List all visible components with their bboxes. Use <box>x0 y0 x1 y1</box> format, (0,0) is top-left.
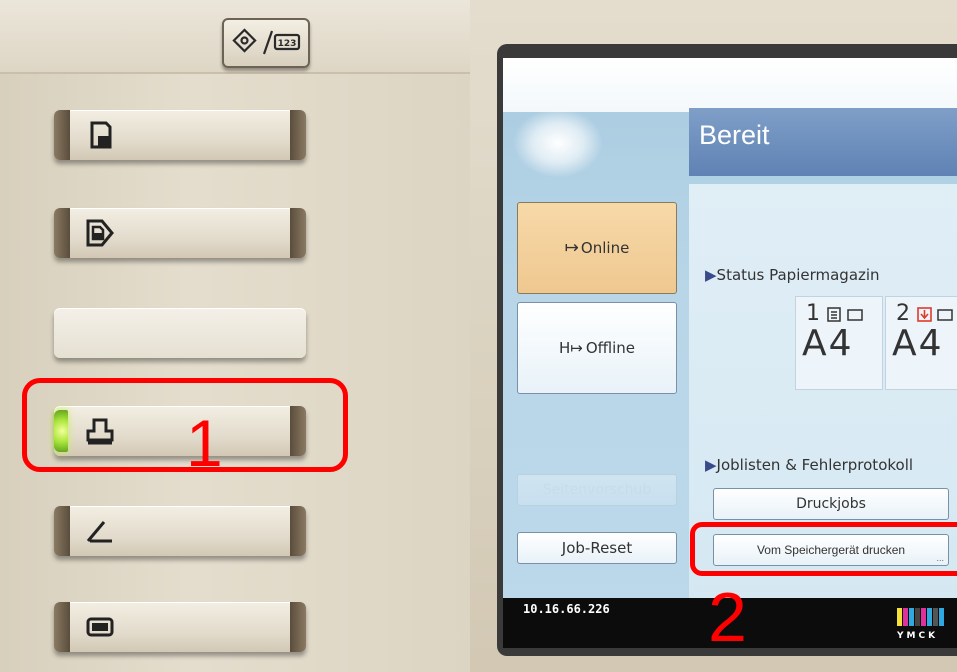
callout-number-2: 2 <box>708 578 747 656</box>
seitenvorschub-label: Seitenvorschub <box>542 482 652 498</box>
job-reset-button[interactable]: Job-Reset <box>517 532 677 564</box>
toner-level-icon: YMCK <box>896 608 944 640</box>
status-title: Bereit <box>699 120 770 150</box>
online-arrow-icon: ↦ <box>564 238 579 258</box>
callout-box-2 <box>690 522 957 576</box>
offline-label: Offline <box>585 339 636 357</box>
tray-paper-low-icon <box>917 307 953 322</box>
joblisten-label: Joblisten & Fehlerprotokoll <box>716 456 914 474</box>
triangle-right-icon: ▶ <box>705 266 717 284</box>
blank-key[interactable] <box>54 308 306 358</box>
druckjobs-button[interactable]: Druckjobs <box>713 488 949 520</box>
tray-2[interactable]: 2 A4 <box>885 296 957 390</box>
status-papiermagazin-label: Status Papiermagazin <box>716 266 880 284</box>
top-key-label: 123 <box>278 39 297 49</box>
callout-box-1 <box>22 378 348 472</box>
offline-button[interactable]: H↦ Offline <box>517 302 677 394</box>
triangle-right-icon: ▶ <box>705 456 717 474</box>
tray-paper-icon <box>827 307 863 322</box>
document-arrow-icon <box>86 219 114 247</box>
job-reset-label: Job-Reset <box>561 539 633 557</box>
druckjobs-label: Druckjobs <box>796 496 866 512</box>
status-papiermagazin-heading: ▶Status Papiermagazin <box>705 266 880 284</box>
scanner-key[interactable] <box>54 506 306 556</box>
document-server-key[interactable] <box>54 208 306 258</box>
seitenvorschub-button[interactable]: Seitenvorschub <box>517 474 677 506</box>
callout-number-1: 1 <box>186 406 223 480</box>
document-icon <box>90 121 112 149</box>
tray-2-size: A4 <box>892 323 944 364</box>
tray-1-size: A4 <box>802 323 854 364</box>
tray-1[interactable]: 1 A4 <box>795 296 883 390</box>
offline-arrow-icon: H↦ <box>558 339 583 357</box>
online-button[interactable]: ↦ Online <box>517 202 677 294</box>
user-tools-counter-key[interactable]: 123 <box>222 18 310 68</box>
ip-address: 10.16.66.226 <box>523 602 610 616</box>
diamond-slash-123-icon: 123 <box>232 28 301 55</box>
copy-key[interactable] <box>54 110 306 160</box>
scanner-icon <box>86 521 112 543</box>
screen-key[interactable] <box>54 602 306 652</box>
online-label: Online <box>580 239 630 257</box>
joblisten-heading: ▶Joblisten & Fehlerprotokoll <box>705 456 913 474</box>
screen-icon <box>86 617 114 637</box>
toner-letters: YMCK <box>896 631 938 640</box>
